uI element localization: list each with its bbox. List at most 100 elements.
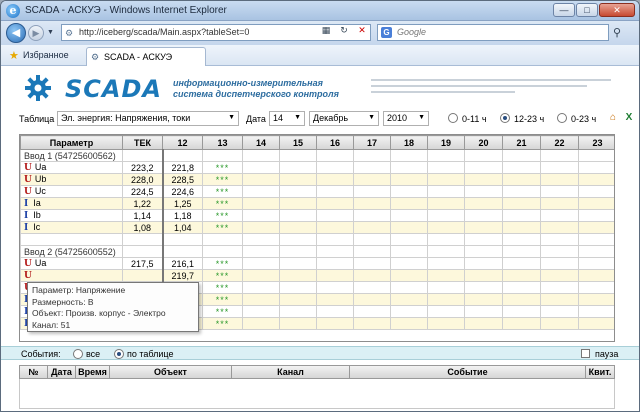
- filter-bar: Таблица Эл. энергия: Напряжения, токи ▼ Д…: [1, 109, 639, 129]
- parameter-cell[interactable]: I Ic: [20, 221, 123, 234]
- favorites-button[interactable]: Избранное: [23, 50, 69, 60]
- back-button[interactable]: ◀: [6, 23, 26, 43]
- minimize-button[interactable]: —: [553, 3, 575, 17]
- table-row: U Ua 223,2 221,8 ***: [20, 161, 614, 174]
- empty-cell: [20, 233, 123, 246]
- history-dropdown-icon[interactable]: ▼: [47, 29, 54, 36]
- empty-cell: [502, 209, 541, 222]
- empty-cell: [540, 305, 579, 318]
- empty-cell: [353, 209, 391, 222]
- table-row: I Ia 1,22 1,25 ***: [20, 197, 614, 210]
- range-12-23-radio[interactable]: [500, 113, 510, 123]
- empty-cell: [279, 317, 317, 330]
- events-col-event[interactable]: Событие: [350, 366, 586, 378]
- empty-cell: [427, 197, 465, 210]
- page-content: SCADA информационно-измерительная систем…: [1, 67, 639, 411]
- voltage-icon: U: [24, 175, 32, 185]
- empty-cell: [353, 173, 391, 186]
- empty-cell: [242, 233, 280, 246]
- empty-cell: [464, 185, 503, 198]
- maximize-button[interactable]: □: [576, 3, 598, 17]
- empty-cell: [242, 245, 280, 258]
- favorites-bar: ★ Избранное ⚙ SCADA - АСКУЭ: [1, 45, 639, 66]
- pause-checkbox[interactable]: [581, 349, 590, 358]
- events-col-ack[interactable]: Квит.: [586, 366, 614, 378]
- stop-icon[interactable]: ✕: [355, 24, 369, 36]
- parameter-cell[interactable]: U Ua: [20, 257, 123, 270]
- current-value-cell: 1,22: [122, 197, 164, 210]
- hour-13-cell: ***: [202, 305, 243, 318]
- parameter-cell[interactable]: U Ub: [20, 173, 123, 186]
- empty-cell: [502, 317, 541, 330]
- refresh-icon[interactable]: ↻: [337, 24, 351, 36]
- hour-13-cell: ***: [202, 209, 243, 222]
- empty-cell: [427, 293, 465, 306]
- favorites-star-icon[interactable]: ★: [9, 49, 19, 62]
- current-value-cell: 224,5: [122, 185, 164, 198]
- empty-cell: [316, 233, 354, 246]
- excel-export-icon[interactable]: X: [623, 112, 635, 124]
- address-url: http://iceberg/scada/Main.aspx?tableSet=…: [79, 27, 250, 37]
- hour-13-cell: ***: [202, 185, 243, 198]
- events-col-object[interactable]: Объект: [110, 366, 232, 378]
- empty-cell: [390, 149, 428, 162]
- empty-cell: [540, 257, 579, 270]
- empty-cell: [502, 257, 541, 270]
- parameter-cell[interactable]: U Ua: [20, 161, 123, 174]
- empty-cell: [242, 305, 280, 318]
- events-by-table-radio[interactable]: [114, 349, 124, 359]
- parameter-cell[interactable]: U Uc: [20, 185, 123, 198]
- empty-cell: [353, 197, 391, 210]
- column-header: 20: [464, 135, 503, 150]
- range-0-11-radio[interactable]: [448, 113, 458, 123]
- column-header: 21: [502, 135, 541, 150]
- search-box[interactable]: G Google: [377, 24, 609, 41]
- range-0-11-label: 0-11 ч: [462, 114, 487, 124]
- scada-logo: SCADA: [65, 75, 162, 103]
- parameter-cell[interactable]: U: [20, 269, 123, 282]
- empty-cell: [242, 317, 280, 330]
- table-group-row: Ввод 2 (54725600552): [20, 245, 614, 258]
- range-0-23-radio[interactable]: [557, 113, 567, 123]
- browser-tab[interactable]: ⚙ SCADA - АСКУЭ: [86, 47, 206, 66]
- month-select[interactable]: Декабрь ▼: [309, 111, 379, 126]
- close-button[interactable]: ✕: [599, 3, 635, 17]
- hour-12-cell: 216,1: [162, 257, 203, 270]
- empty-cell: [162, 149, 203, 162]
- empty-cell: [316, 293, 354, 306]
- empty-cell: [242, 161, 280, 174]
- empty-cell: [279, 221, 317, 234]
- compatibility-view-icon[interactable]: ▦: [319, 24, 333, 36]
- day-select[interactable]: 14 ▼: [269, 111, 305, 126]
- search-icon[interactable]: ⚲: [613, 26, 621, 39]
- empty-cell: [390, 173, 428, 186]
- column-header: 13: [202, 135, 243, 150]
- home-icon[interactable]: ⌂: [607, 112, 619, 124]
- empty-cell: [502, 161, 541, 174]
- empty-cell: [390, 305, 428, 318]
- empty-cell: [390, 269, 428, 282]
- hour-13-cell: ***: [202, 257, 243, 270]
- ie-logo-icon: e: [6, 4, 20, 18]
- parameter-cell[interactable]: I Ib: [20, 209, 123, 222]
- empty-cell: [202, 149, 243, 162]
- parameter-cell[interactable]: I Ia: [20, 197, 123, 210]
- column-header: 22: [540, 135, 579, 150]
- events-col-time[interactable]: Время: [76, 366, 110, 378]
- empty-cell: [427, 149, 465, 162]
- empty-cell: [427, 245, 465, 258]
- table-header-row: Параметр ТЕК 12 13 14 15 16 17 18 19 20 21 22 23: [20, 135, 614, 150]
- header-decoration: [371, 79, 611, 97]
- spacer-row: [20, 233, 614, 246]
- events-all-radio[interactable]: [73, 349, 83, 359]
- browser-window: e SCADA - АСКУЭ - Windows Internet Explo…: [0, 0, 640, 412]
- events-col-date[interactable]: Дата: [48, 366, 76, 378]
- forward-button[interactable]: ▶: [28, 25, 44, 41]
- column-header: 15: [279, 135, 317, 150]
- table-select[interactable]: Эл. энергия: Напряжения, токи ▼: [57, 111, 239, 126]
- column-header: 16: [316, 135, 354, 150]
- events-col-number[interactable]: №: [20, 366, 48, 378]
- events-col-channel[interactable]: Канал: [232, 366, 350, 378]
- current-icon: I: [24, 223, 29, 233]
- year-select[interactable]: 2010 ▼: [383, 111, 429, 126]
